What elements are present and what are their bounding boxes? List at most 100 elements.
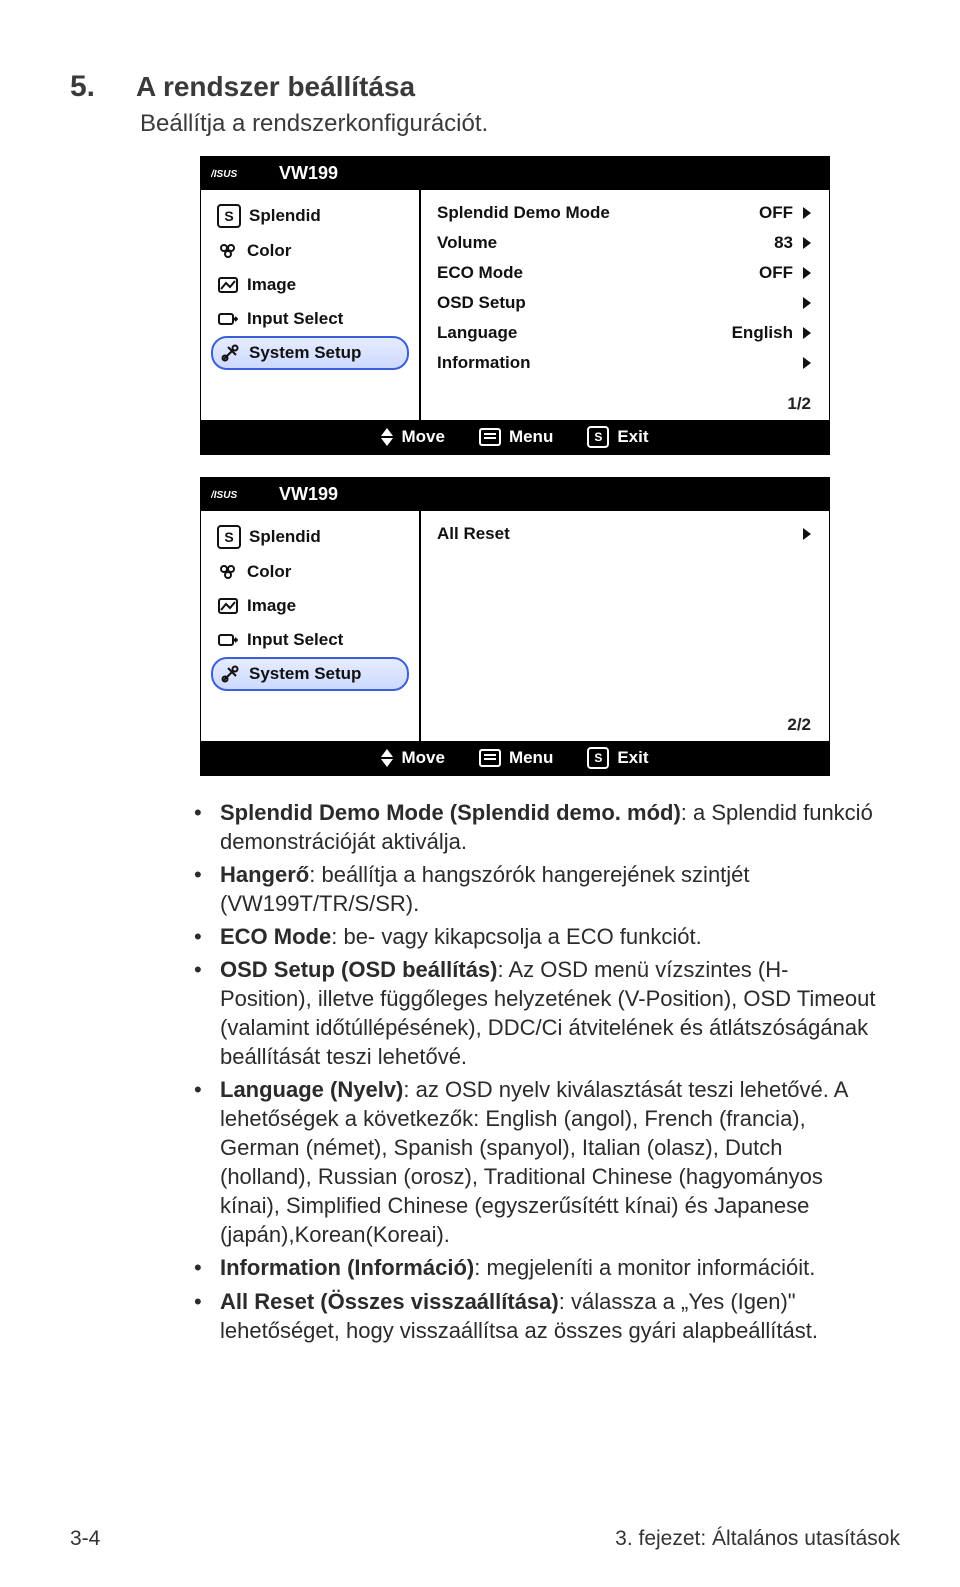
osd-setting-label: OSD Setup — [437, 293, 526, 313]
list-item: OSD Setup (OSD beállítás): Az OSD menü v… — [190, 955, 880, 1071]
palette-icon — [217, 561, 239, 583]
osd-menu-item-splendid[interactable]: S Splendid — [211, 519, 409, 555]
osd-menu-item-color[interactable]: Color — [211, 555, 409, 589]
tools-icon — [219, 663, 241, 685]
chevron-right-icon — [803, 297, 811, 309]
osd-footer-menu: Menu — [479, 426, 553, 448]
list-item-text: : megjeleníti a monitor információit. — [474, 1255, 815, 1280]
menu-icon — [479, 428, 501, 446]
list-item-term: OSD Setup (OSD beállítás) — [220, 957, 498, 982]
osd-page-indicator: 1/2 — [787, 394, 811, 414]
s-button-icon: S — [587, 747, 609, 769]
osd-footer-move: Move — [381, 747, 444, 769]
osd-page-indicator: 2/2 — [787, 715, 811, 735]
section-title: A rendszer beállítása — [136, 71, 415, 103]
image-icon — [217, 595, 239, 617]
list-item-term: Information (Információ) — [220, 1255, 474, 1280]
chevron-right-icon — [803, 267, 811, 279]
osd-left-menu: S Splendid Color Image Input Select — [201, 511, 421, 741]
osd-footer-label: Move — [401, 427, 444, 447]
page-number: 3-4 — [70, 1527, 100, 1551]
image-icon — [217, 274, 239, 296]
s-box-icon: S — [217, 204, 241, 228]
osd-left-menu: S Splendid Color Image Input Select — [201, 190, 421, 420]
svg-text:/ISUS: /ISUS — [211, 169, 237, 180]
list-item-text: : be- vagy kikapcsolja a ECO funkciót. — [331, 924, 702, 949]
s-box-icon: S — [217, 525, 241, 549]
list-item-term: All Reset (Összes visszaállítása) — [220, 1289, 559, 1314]
list-item: Language (Nyelv): az OSD nyelv kiválaszt… — [190, 1075, 880, 1249]
osd-footer-label: Exit — [617, 748, 648, 768]
chevron-right-icon — [803, 237, 811, 249]
list-item-term: ECO Mode — [220, 924, 331, 949]
osd-setting-value: OFF — [759, 203, 793, 223]
list-item: Splendid Demo Mode (Splendid demo. mód):… — [190, 798, 880, 856]
osd-setting-row[interactable]: All Reset — [437, 519, 811, 549]
osd-menu-label: System Setup — [249, 343, 361, 363]
osd-model: VW199 — [279, 163, 338, 184]
list-item: Hangerő: beállítja a hangszórók hangerej… — [190, 860, 880, 918]
chevron-right-icon — [803, 357, 811, 369]
osd-menu-label: Image — [247, 596, 296, 616]
osd-footer-label: Move — [401, 748, 444, 768]
osd-setting-value: English — [732, 323, 793, 343]
s-button-icon: S — [587, 426, 609, 448]
osd-footer-label: Menu — [509, 427, 553, 447]
osd-footer-exit: S Exit — [587, 747, 648, 769]
osd-menu-label: Splendid — [249, 206, 321, 226]
list-item-term: Splendid Demo Mode (Splendid demo. mód) — [220, 800, 681, 825]
osd-panel-1: /ISUS VW199 S Splendid Color Im — [200, 156, 830, 455]
osd-menu-item-image[interactable]: Image — [211, 589, 409, 623]
osd-setting-row[interactable]: Information — [437, 348, 811, 378]
osd-menu-item-system-setup[interactable]: System Setup — [211, 657, 409, 691]
osd-footer-label: Exit — [617, 427, 648, 447]
list-item: All Reset (Összes visszaállítása): válas… — [190, 1287, 880, 1345]
osd-menu-item-system-setup[interactable]: System Setup — [211, 336, 409, 370]
osd-footer: Move Menu S Exit — [201, 420, 829, 454]
osd-menu-item-input-select[interactable]: Input Select — [211, 302, 409, 336]
section-number: 5. — [70, 70, 116, 104]
asus-logo-icon: /ISUS — [211, 167, 271, 181]
osd-footer-menu: Menu — [479, 747, 553, 769]
osd-menu-label: Color — [247, 241, 291, 261]
list-item-term: Language (Nyelv) — [220, 1077, 403, 1102]
osd-menu-label: Splendid — [249, 527, 321, 547]
osd-menu-label: Color — [247, 562, 291, 582]
osd-setting-label: Volume — [437, 233, 497, 253]
osd-setting-row[interactable]: Volume 83 — [437, 228, 811, 258]
osd-titlebar: /ISUS VW199 — [201, 157, 829, 190]
osd-setting-label: Language — [437, 323, 517, 343]
osd-setting-value: 83 — [774, 233, 793, 253]
osd-setting-label: All Reset — [437, 524, 510, 544]
updown-arrows-icon — [381, 428, 393, 446]
osd-menu-item-input-select[interactable]: Input Select — [211, 623, 409, 657]
osd-menu-item-image[interactable]: Image — [211, 268, 409, 302]
osd-setting-row[interactable]: ECO Mode OFF — [437, 258, 811, 288]
osd-footer-move: Move — [381, 426, 444, 448]
list-item: Information (Információ): megjeleníti a … — [190, 1253, 880, 1282]
osd-menu-label: Image — [247, 275, 296, 295]
osd-setting-row[interactable]: OSD Setup — [437, 288, 811, 318]
list-item-text: : az OSD nyelv kiválasztását teszi lehet… — [220, 1077, 847, 1247]
osd-menu-item-splendid[interactable]: S Splendid — [211, 198, 409, 234]
osd-right-settings: Splendid Demo Mode OFF Volume 83 ECO Mod… — [421, 190, 829, 420]
osd-setting-label: Splendid Demo Mode — [437, 203, 610, 223]
tools-icon — [219, 342, 241, 364]
updown-arrows-icon — [381, 749, 393, 767]
osd-setting-row[interactable]: Language English — [437, 318, 811, 348]
osd-menu-item-color[interactable]: Color — [211, 234, 409, 268]
osd-model: VW199 — [279, 484, 338, 505]
osd-titlebar: /ISUS VW199 — [201, 478, 829, 511]
asus-logo-icon: /ISUS — [211, 488, 271, 502]
osd-right-settings: All Reset 2/2 — [421, 511, 829, 741]
osd-menu-label: Input Select — [247, 309, 343, 329]
osd-footer-exit: S Exit — [587, 426, 648, 448]
chevron-right-icon — [803, 327, 811, 339]
description-list: Splendid Demo Mode (Splendid demo. mód):… — [150, 798, 880, 1345]
osd-menu-label: Input Select — [247, 630, 343, 650]
page-footer: 3-4 3. fejezet: Általános utasítások — [70, 1527, 900, 1551]
osd-setting-label: ECO Mode — [437, 263, 523, 283]
osd-setting-row[interactable]: Splendid Demo Mode OFF — [437, 198, 811, 228]
palette-icon — [217, 240, 239, 262]
osd-panel-2: /ISUS VW199 S Splendid Color Im — [200, 477, 830, 776]
